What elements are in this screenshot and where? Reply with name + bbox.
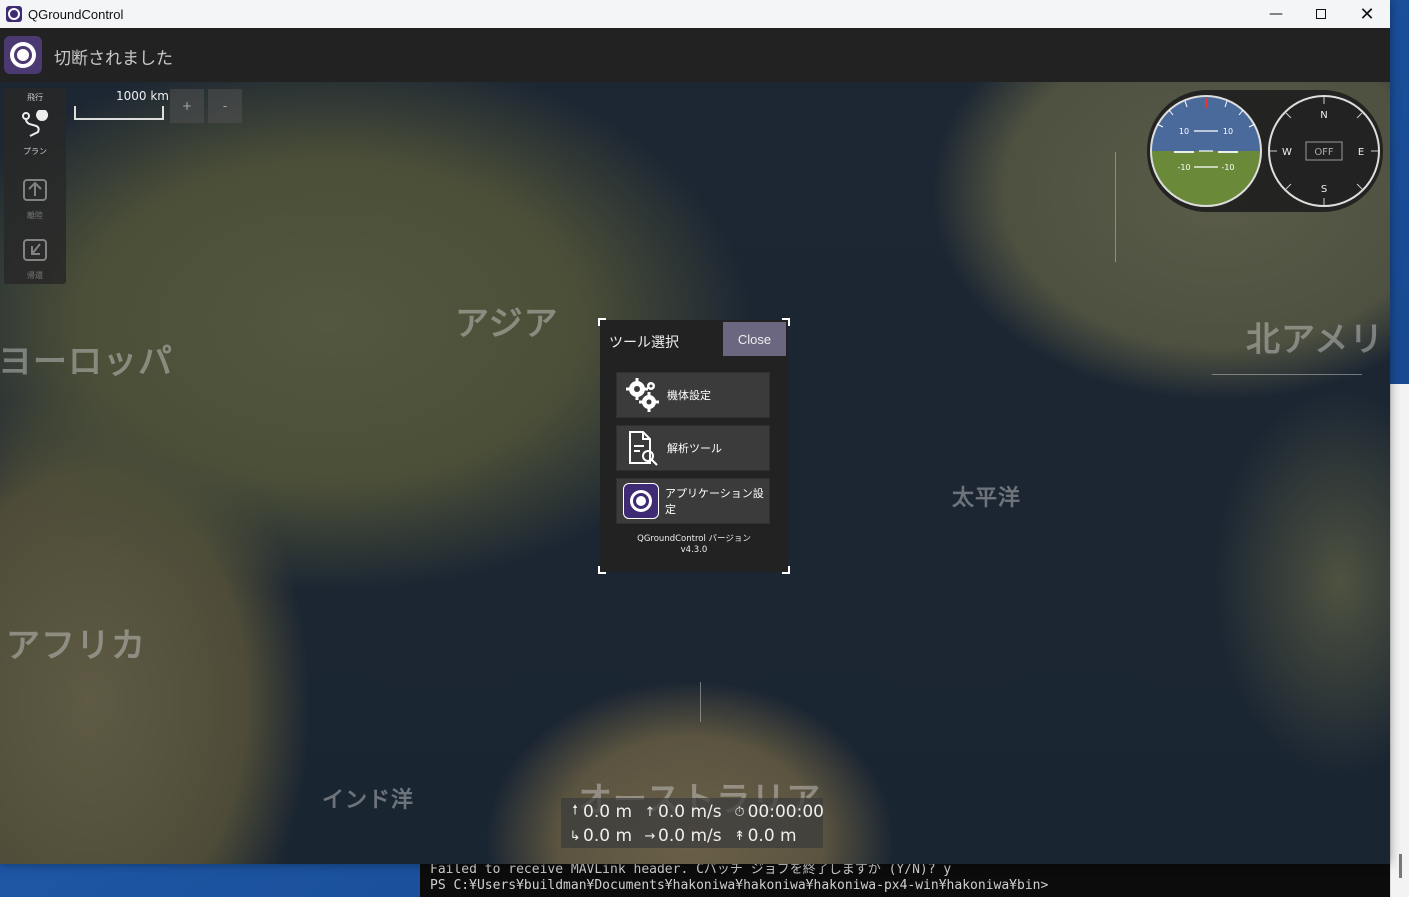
gears-icon bbox=[623, 376, 661, 414]
tool-select-dialog: ツール選択 Close 機体設定 解析ツール アプリケーション設定 QGroun… bbox=[598, 318, 790, 574]
return-icon bbox=[23, 239, 47, 261]
qgc-main-window: QGroundControl — ✕ 切断されました アジア ヨーロッパ 北アメ… bbox=[0, 0, 1390, 864]
takeoff-tool-button[interactable]: 離陸 bbox=[4, 172, 66, 221]
app-settings-label: アプリケーション設定 bbox=[665, 487, 764, 516]
distance-start-icon: ↟ bbox=[734, 828, 746, 844]
window-titlebar[interactable]: QGroundControl — ✕ bbox=[0, 0, 1390, 28]
map-label-indian-ocean: インド洋 bbox=[322, 788, 415, 813]
terminal-prompt-line: PS C:¥Users¥buildman¥Documents¥hakoniwa¥… bbox=[430, 878, 1049, 893]
app-settings-logo bbox=[623, 483, 659, 519]
vertical-speed-icon: ↑ bbox=[644, 804, 656, 820]
qgc-logo-icon bbox=[10, 42, 36, 68]
flight-time-value: 00:00:00 bbox=[747, 802, 824, 822]
zoom-in-button[interactable]: + bbox=[170, 89, 204, 123]
map-view[interactable]: アジア ヨーロッパ 北アメリ 太平洋 アフリカ インド洋 オーストラリア 飛行 … bbox=[0, 82, 1390, 864]
compass-north: N bbox=[1320, 110, 1327, 121]
analyze-tools-label: 解析ツール bbox=[667, 442, 722, 455]
telemetry-row-1: 🠕 0.0 m ↑ 0.0 m/s ⏱ 00:00:00 bbox=[567, 800, 834, 824]
compass-south: S bbox=[1321, 184, 1327, 195]
timer-icon: ⏱ bbox=[734, 804, 745, 820]
terminal-line: Failed to receive MAVLink header. Cバッチ ジ… bbox=[430, 862, 952, 877]
terminal-window[interactable]: Failed to receive MAVLink header. Cバッチ ジ… bbox=[420, 860, 1409, 897]
plan-tool-button[interactable]: プラン bbox=[4, 108, 66, 157]
return-tool-label: 帰還 bbox=[27, 271, 43, 280]
map-label-north-america: 北アメリ bbox=[1246, 320, 1385, 360]
plan-route-icon bbox=[22, 109, 49, 137]
qgc-menu-button[interactable] bbox=[4, 36, 42, 74]
close-icon: ✕ bbox=[1359, 3, 1375, 25]
dialog-close-button[interactable]: Close bbox=[723, 322, 786, 356]
compass-east: E bbox=[1358, 147, 1364, 158]
plan-tool-label: プラン bbox=[23, 147, 47, 156]
map-scale-label: 1000 km bbox=[116, 89, 169, 103]
logo-ring bbox=[630, 490, 652, 512]
distance-home-icon: ↳ bbox=[569, 828, 581, 844]
vehicle-setup-label: 機体設定 bbox=[667, 389, 711, 402]
heading-readout: OFF bbox=[1314, 147, 1334, 158]
scrollbar-thumb[interactable] bbox=[1399, 854, 1402, 878]
dialog-title: ツール選択 bbox=[609, 335, 679, 351]
distance-start-value: 0.0 m bbox=[747, 826, 797, 846]
minimize-button[interactable]: — bbox=[1253, 0, 1299, 28]
map-label-africa: アフリカ bbox=[6, 626, 146, 666]
map-label-europe: ヨーロッパ bbox=[0, 342, 173, 382]
background-window-edge[interactable] bbox=[1390, 384, 1409, 897]
compass-west: W bbox=[1282, 147, 1292, 158]
qgc-logo-icon bbox=[623, 482, 659, 520]
connection-status: 切断されました bbox=[54, 49, 173, 69]
vertical-speed-value: 0.0 m/s bbox=[658, 802, 722, 822]
pitch-label: 10 bbox=[1179, 127, 1189, 136]
maximize-button[interactable] bbox=[1298, 0, 1344, 28]
takeoff-tool-label: 離陸 bbox=[27, 211, 43, 220]
version-label: QGroundControl バージョン bbox=[637, 534, 751, 544]
app-icon bbox=[6, 6, 22, 22]
map-border-line bbox=[700, 682, 701, 722]
analyze-document-icon bbox=[623, 429, 661, 467]
dialog-corner bbox=[598, 566, 606, 574]
map-border-line bbox=[1212, 374, 1362, 375]
maximize-icon bbox=[1316, 9, 1326, 19]
map-label-pacific: 太平洋 bbox=[952, 486, 1022, 511]
dialog-corner bbox=[598, 318, 606, 326]
map-border-line bbox=[1115, 152, 1116, 262]
pitch-label: -10 bbox=[1177, 163, 1190, 172]
telemetry-row-2: ↳ 0.0 m → 0.0 m/s ↟ 0.0 m bbox=[567, 824, 807, 848]
horizontal-speed-value: 0.0 m/s bbox=[658, 826, 722, 846]
return-tool-button[interactable]: 帰還 bbox=[4, 232, 66, 281]
dialog-corner bbox=[782, 566, 790, 574]
fly-tool-button[interactable]: 飛行 bbox=[4, 92, 66, 103]
takeoff-icon bbox=[23, 179, 47, 201]
compass-indicator: N S W E OFF bbox=[1268, 95, 1380, 207]
altitude-icon: 🠕 bbox=[572, 803, 578, 818]
attitude-indicator: 10 10 -10 -10 bbox=[1150, 95, 1262, 207]
horizontal-speed-icon: → bbox=[644, 828, 656, 844]
instrument-panel[interactable]: 10 10 -10 -10 N S W E OFF bbox=[1147, 90, 1383, 212]
zoom-out-button[interactable]: - bbox=[208, 89, 242, 123]
pitch-label: -10 bbox=[1221, 163, 1234, 172]
vehicle-setup-button[interactable]: 機体設定 bbox=[616, 372, 770, 418]
app-settings-button[interactable]: アプリケーション設定 bbox=[616, 478, 770, 524]
main-toolbar: 切断されました bbox=[0, 28, 1390, 82]
minimize-icon: — bbox=[1269, 6, 1283, 22]
distance-home-value: 0.0 m bbox=[583, 826, 632, 846]
map-label-asia: アジア bbox=[455, 304, 559, 344]
close-window-button[interactable]: ✕ bbox=[1344, 0, 1390, 28]
version-number: v4.3.0 bbox=[680, 545, 708, 555]
tool-strip: 飛行 プラン 離陸 帰還 bbox=[4, 88, 66, 284]
pitch-label: 10 bbox=[1223, 127, 1233, 136]
altitude-value: 0.0 m bbox=[583, 802, 632, 822]
analyze-tools-button[interactable]: 解析ツール bbox=[616, 425, 770, 471]
window-title: QGroundControl bbox=[28, 6, 124, 22]
telemetry-panel: 🠕 0.0 m ↑ 0.0 m/s ⏱ 00:00:00 ↳ 0.0 m → 0.0 m/… bbox=[561, 798, 824, 848]
map-scale-bar bbox=[74, 106, 164, 120]
fly-tool-label: 飛行 bbox=[27, 93, 43, 102]
